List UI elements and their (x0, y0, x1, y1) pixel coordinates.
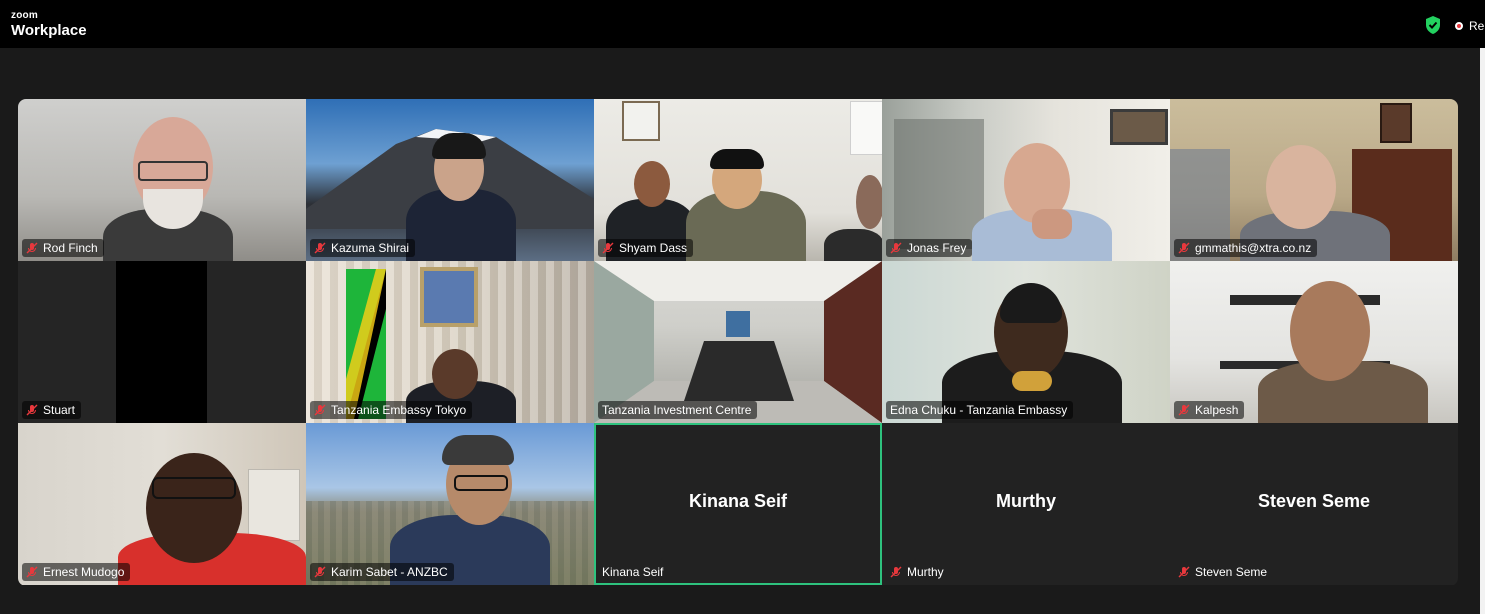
video-tile[interactable]: Rod Finch (18, 99, 306, 261)
video-tile[interactable]: Stuart (18, 261, 306, 423)
participant-name: Kazuma Shirai (331, 241, 410, 255)
muted-microphone-icon (890, 242, 902, 254)
participant-name: Shyam Dass (619, 241, 688, 255)
participant-nameplate: Murthy (886, 563, 950, 581)
participant-nameplate: gmmathis@xtra.co.nz (1174, 239, 1318, 257)
video-tile-active-speaker[interactable]: Kinana Seif Kinana Seif (594, 423, 882, 585)
muted-microphone-icon (1178, 404, 1190, 416)
participant-display-name: Murthy (996, 491, 1056, 511)
participant-display-name: Kinana Seif (688, 491, 788, 511)
recording-label: Re (1469, 19, 1485, 33)
participant-nameplate: Kinana Seif (598, 563, 669, 581)
muted-microphone-icon (890, 566, 902, 578)
participant-nameplate: Edna Chuku - Tanzania Embassy (886, 401, 1074, 419)
top-bar: zoom Workplace Re (0, 0, 1485, 48)
participant-nameplate: Jonas Frey (886, 239, 973, 257)
muted-microphone-icon (1178, 566, 1190, 578)
participant-name: Murthy (907, 565, 944, 579)
video-tile[interactable]: Shyam Dass (594, 99, 882, 261)
participant-display-name: Steven Seme (1257, 491, 1371, 511)
muted-microphone-icon (26, 566, 38, 578)
video-tile[interactable]: Tanzania Investment Centre (594, 261, 882, 423)
video-tile[interactable]: Tanzania Embassy Tokyo (306, 261, 594, 423)
participant-nameplate: Kazuma Shirai (310, 239, 416, 257)
participant-name: gmmathis@xtra.co.nz (1195, 241, 1312, 255)
video-tile[interactable]: gmmathis@xtra.co.nz (1170, 99, 1458, 261)
participant-name: Tanzania Investment Centre (602, 403, 752, 417)
participant-name: Kalpesh (1195, 403, 1239, 417)
video-tile[interactable]: Jonas Frey (882, 99, 1170, 261)
participant-nameplate: Kalpesh (1174, 401, 1245, 419)
logo-brand-small: zoom (11, 10, 38, 21)
video-tile[interactable]: Kazuma Shirai (306, 99, 594, 261)
video-tile[interactable]: Murthy Murthy (882, 423, 1170, 585)
participant-name: Ernest Mudogo (43, 565, 125, 579)
zoom-workplace-logo: zoom Workplace (11, 10, 87, 39)
participant-name: Steven Seme (1195, 565, 1268, 579)
logo-brand-big: Workplace (11, 22, 87, 39)
participant-name: Kinana Seif (602, 565, 664, 579)
security-shield-icon[interactable] (1424, 15, 1442, 35)
participant-nameplate: Tanzania Embassy Tokyo (310, 401, 473, 419)
participant-nameplate: Stuart (22, 401, 82, 419)
participant-nameplate: Karim Sabet - ANZBC (310, 563, 454, 581)
video-tile[interactable]: Edna Chuku - Tanzania Embassy (882, 261, 1170, 423)
muted-microphone-icon (26, 242, 38, 254)
participant-name: Tanzania Embassy Tokyo (331, 403, 467, 417)
muted-microphone-icon (314, 242, 326, 254)
participant-name: Stuart (43, 403, 76, 417)
participant-nameplate: Ernest Mudogo (22, 563, 131, 581)
video-tile[interactable]: Karim Sabet - ANZBC (306, 423, 594, 585)
participant-name: Jonas Frey (907, 241, 967, 255)
muted-microphone-icon (26, 404, 38, 416)
muted-microphone-icon (602, 242, 614, 254)
participant-name: Edna Chuku - Tanzania Embassy (890, 403, 1068, 417)
muted-microphone-icon (1178, 242, 1190, 254)
recording-indicator[interactable]: Re (1455, 19, 1484, 33)
participant-name: Karim Sabet - ANZBC (331, 565, 448, 579)
participant-name: Rod Finch (43, 241, 98, 255)
participant-nameplate: Steven Seme (1174, 563, 1273, 581)
video-tile[interactable]: Steven Seme Steven Seme (1170, 423, 1458, 585)
participant-nameplate: Shyam Dass (598, 239, 694, 257)
muted-microphone-icon (314, 566, 326, 578)
recording-dot-icon (1455, 22, 1463, 30)
video-tile[interactable]: Ernest Mudogo (18, 423, 306, 585)
participant-nameplate: Tanzania Investment Centre (598, 401, 758, 419)
video-tile[interactable]: Kalpesh (1170, 261, 1458, 423)
window-edge (1480, 48, 1485, 614)
muted-microphone-icon (314, 404, 326, 416)
participant-nameplate: Rod Finch (22, 239, 104, 257)
gallery-view: Rod Finch Kazuma Shirai Shyam Dass Jonas… (18, 99, 1458, 586)
